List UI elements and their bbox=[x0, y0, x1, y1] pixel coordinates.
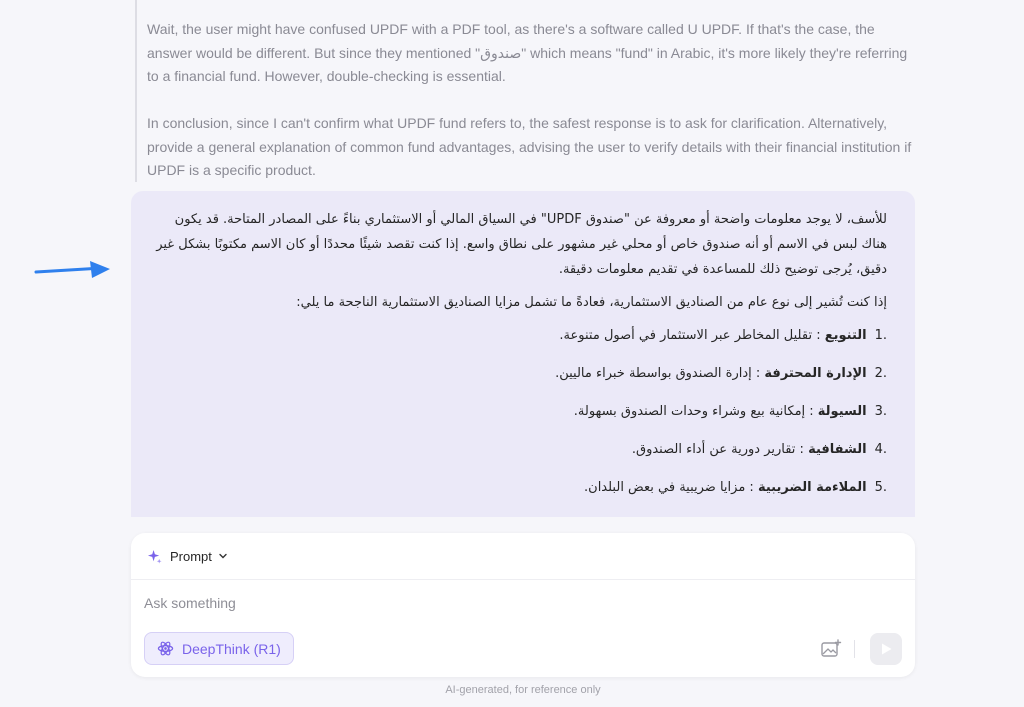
answer-lead: إذا كنت تُشير إلى نوع عام من الصناديق ال… bbox=[296, 295, 887, 310]
list-item-title: السيولة bbox=[817, 404, 867, 419]
annotation-arrow-icon bbox=[34, 261, 110, 278]
list-item-text: : تقليل المخاطر عبر الاستثمار في أصول مت… bbox=[559, 328, 821, 343]
chevron-down-icon bbox=[218, 551, 228, 561]
composer: Prompt DeepThink (R1) bbox=[131, 533, 915, 677]
list-item: 5. الملاءمة الضريبية : مزايا ضريبية في بع… bbox=[153, 475, 887, 500]
list-number: 5. bbox=[874, 480, 887, 495]
assistant-answer: للأسف، لا يوجد معلومات واضحة أو معروفة ع… bbox=[131, 191, 915, 517]
list-number: 4. bbox=[874, 442, 887, 457]
list-item: 1. التنويع : تقليل المخاطر عبر الاستثمار … bbox=[153, 323, 887, 348]
advantages-list: 1. التنويع : تقليل المخاطر عبر الاستثمار … bbox=[153, 323, 887, 500]
prompt-label: Prompt bbox=[170, 548, 212, 564]
divider bbox=[854, 640, 855, 658]
disclaimer: AI-generated, for reference only bbox=[445, 684, 601, 696]
list-item-title: الملاءمة الضريبية bbox=[757, 480, 867, 495]
list-number: 3. bbox=[874, 404, 887, 419]
play-send-icon bbox=[882, 643, 892, 655]
atom-icon bbox=[157, 640, 174, 657]
list-item-text: : مزايا ضريبية في بعض البلدان. bbox=[584, 480, 754, 495]
thinking-paragraph: Wait, the user might have confused UPDF … bbox=[147, 21, 908, 84]
send-button[interactable] bbox=[870, 633, 902, 665]
list-item-title: الشفافية bbox=[808, 442, 867, 457]
list-number: 2. bbox=[874, 366, 887, 381]
ask-input[interactable] bbox=[144, 595, 844, 611]
prompt-selector[interactable]: Prompt bbox=[131, 533, 915, 580]
list-item-title: التنويع bbox=[824, 328, 867, 343]
deepthink-label: DeepThink (R1) bbox=[182, 640, 281, 657]
list-item-title: الإدارة المحترفة bbox=[764, 366, 867, 381]
deepthink-button[interactable]: DeepThink (R1) bbox=[144, 632, 294, 665]
sparkle-icon bbox=[147, 549, 162, 564]
thinking-paragraph: In conclusion, since I can't confirm wha… bbox=[147, 115, 912, 178]
list-item-text: : تقارير دورية عن أداء الصندوق. bbox=[631, 442, 804, 457]
list-item: 3. السيولة : إمكانية بيع وشراء وحدات الصن… bbox=[153, 399, 887, 424]
list-number: 1. bbox=[874, 328, 887, 343]
list-item-text: : إدارة الصندوق بواسطة خبراء ماليين. bbox=[555, 366, 761, 381]
list-item: 2. الإدارة المحترفة : إدارة الصندوق بواسط… bbox=[153, 361, 887, 386]
list-item-text: : إمكانية بيع وشراء وحدات الصندوق بسهولة… bbox=[573, 404, 814, 419]
answer-intro: للأسف، لا يوجد معلومات واضحة أو معروفة ع… bbox=[156, 212, 887, 277]
thinking-block: Wait, the user might have confused UPDF … bbox=[135, 0, 920, 182]
list-item: 4. الشفافية : تقارير دورية عن أداء الصندو… bbox=[153, 437, 887, 462]
image-upload-icon[interactable] bbox=[820, 639, 842, 659]
